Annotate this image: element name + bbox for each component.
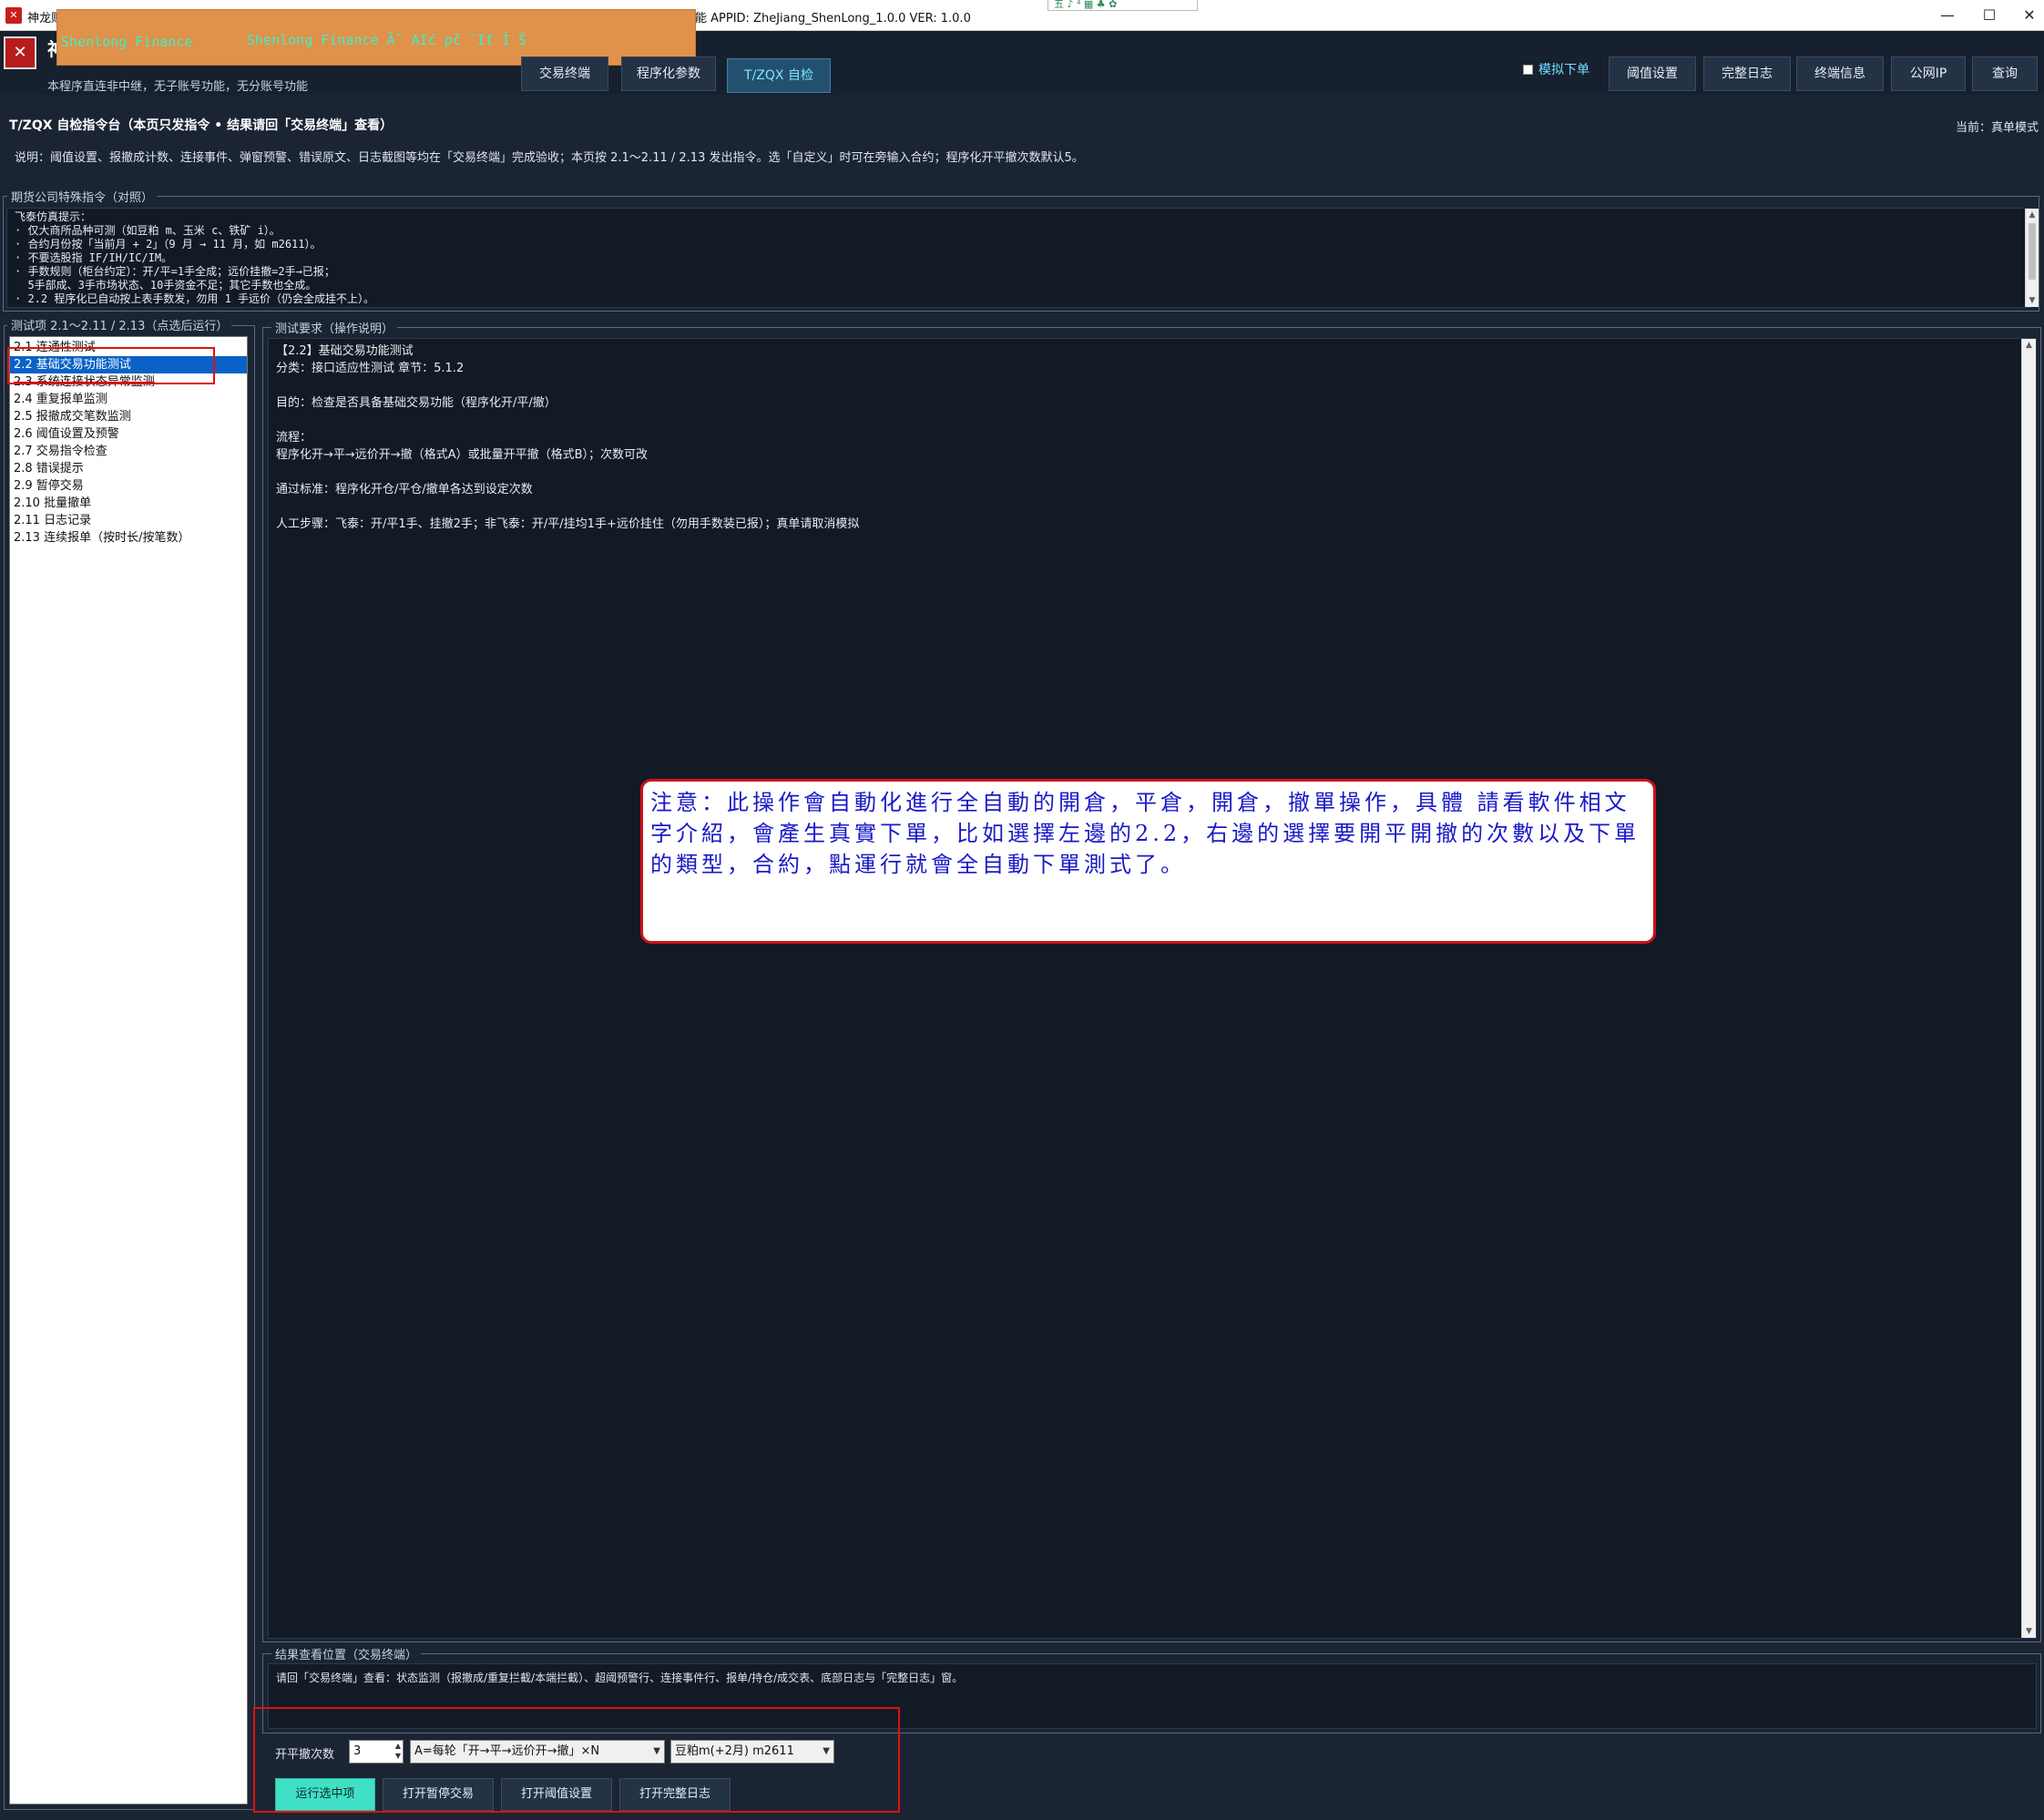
list-item[interactable]: 2.13 连续报单（按时长/按笔数） — [10, 529, 247, 547]
requirement-line: 分类：接口适应性测试 章节：5.1.2 — [276, 362, 465, 375]
notice-line: · 手数规则（柜台约定）：开/平=1手全成；远价挂撤=2手→已报； — [15, 265, 335, 278]
requirements-scrollbar[interactable]: ▲ ▼ — [2021, 339, 2036, 1638]
warning-callout: 注意：此操作會自動化進行全自動的開倉，平倉，開倉，撤單操作，具體 請看軟件相文字… — [640, 779, 1656, 944]
test-items-label: 测试项 2.1～2.11 / 2.13（点选后运行） — [7, 316, 232, 333]
list-item[interactable]: 2.4 重复报单监测 — [10, 391, 247, 408]
command-console-title: T/ZQX 自检指令台（本页只发指令 • 结果请回「交易终端」查看） — [9, 118, 393, 133]
controls-highlight-annotation — [253, 1707, 900, 1813]
header-description: 本程序直连非中继，无子账号功能，无分账号功能 — [47, 80, 309, 94]
notice-line: · 合约月份按「当前月 + 2」（9 月 → 11 月，如 m2611）。 — [15, 238, 322, 251]
minimize-button[interactable]: — — [1925, 0, 1970, 31]
app-icon: ✕ — [5, 7, 22, 24]
scroll-up-icon[interactable]: ▲ — [2026, 209, 2039, 221]
scroll-thumb[interactable] — [2029, 223, 2036, 280]
requirement-line — [276, 498, 2029, 516]
maximize-button[interactable]: ☐ — [1967, 0, 2012, 31]
simulate-order-label: 模拟下单 — [1538, 63, 1589, 77]
list-item[interactable]: 2.11 日志记录 — [10, 512, 247, 529]
special-commands-label: 期货公司特殊指令（对照） — [7, 188, 158, 205]
tab-self-check[interactable]: T/ZQX 自检 — [727, 58, 831, 93]
selection-highlight-annotation — [7, 347, 215, 384]
scroll-up-icon[interactable]: ▲ — [2022, 339, 2036, 352]
requirement-line: 人工步骤：飞泰：开/平1手、挂撤2手；非飞泰：开/平/挂均1手+远价挂住（勿用手… — [276, 517, 860, 531]
scroll-down-icon[interactable]: ▼ — [2026, 294, 2039, 307]
requirement-line — [276, 412, 2029, 429]
requirement-line: 通过标准：程序化开仓/平仓/撤单各达到设定次数 — [276, 483, 533, 496]
notice-line: · 不要选股指 IF/IH/IC/IM。 — [15, 251, 173, 264]
requirement-line: 目的：检查是否具备基础交易功能（程序化开/平/撤） — [276, 396, 557, 410]
ime-toolbar[interactable]: 五 ♪ ⁴ ▦ ♣ ✿ — [1048, 0, 1198, 11]
checkbox-icon[interactable] — [1523, 65, 1533, 75]
notice-line: · 仅大商所品种可测（如豆粕 m、玉米 c、铁矿 i）。 — [15, 224, 281, 237]
test-items-list[interactable]: 2.1 连通性测试 2.2 基础交易功能测试 2.3 系统连接状态异常监测 2.… — [9, 336, 248, 1805]
public-ip-button[interactable]: 公网IP — [1891, 56, 1966, 91]
terminal-info-button[interactable]: 终端信息 — [1796, 56, 1884, 91]
tab-trading-terminal[interactable]: 交易终端 — [521, 56, 608, 91]
tab-program-params[interactable]: 程序化参数 — [621, 56, 716, 91]
list-item[interactable]: 2.8 错误提示 — [10, 460, 247, 477]
logo: ✕ — [4, 36, 36, 69]
requirement-line: 【2.2】基础交易功能测试 — [276, 344, 414, 358]
instructions-text: 说明：阈值设置、报撤成计数、连接事件、弹窗预警、错误原文、日志截图等均在「交易终… — [15, 151, 1084, 165]
scroll-down-icon[interactable]: ▼ — [2022, 1625, 2036, 1638]
notice-line: 5手部成、3手市场状态、10手资金不足；其它手数也全成。 — [15, 279, 317, 291]
current-mode: 当前：真单模式 — [1955, 121, 2039, 135]
list-item[interactable]: 2.6 阈值设置及预警 — [10, 425, 247, 443]
requirement-line — [276, 377, 2029, 394]
notice-line: · 2.2 程序化已自动按上表手数发，勿用 1 手远价（仍会全成挂不上）。 — [15, 292, 375, 305]
close-button[interactable]: ✕ — [2007, 0, 2044, 31]
appid-text: 功能 APPID: ZheJiang_ShenLong_1.0.0 VER: 1… — [683, 12, 971, 26]
result-location-label: 结果查看位置（交易终端） — [271, 1645, 422, 1662]
list-item[interactable]: 2.10 批量撤单 — [10, 495, 247, 512]
threshold-settings-button[interactable]: 阈值设置 — [1609, 56, 1696, 91]
query-button[interactable]: 查询 — [1972, 56, 2038, 91]
list-item[interactable]: 2.5 报撤成交笔数监测 — [10, 408, 247, 425]
full-log-button[interactable]: 完整日志 — [1703, 56, 1791, 91]
notice-scrollbar[interactable]: ▲ ▼ — [2025, 209, 2039, 307]
notice-line: 飞泰仿真提示： — [15, 210, 92, 223]
list-item[interactable]: 2.9 暂停交易 — [10, 477, 247, 495]
overlay-text-2: Shenlong Finance Ã˜ AIć pč ˜Iť Ì Š — [247, 32, 527, 48]
requirements-text: 【2.2】基础交易功能测试 分类：接口适应性测试 章节：5.1.2 目的：检查是… — [268, 338, 2037, 1639]
requirement-line: 流程： — [276, 431, 312, 445]
overlay-text-1: Shenlong Finance — [61, 34, 193, 50]
requirement-line — [276, 464, 2029, 481]
simulate-order-checkbox[interactable]: 模拟下单 — [1523, 60, 1589, 78]
requirement-line: 程序化开→平→远价开→撤（格式A）或批量开平撤（格式B）；次数可改 — [276, 448, 648, 462]
list-item[interactable]: 2.7 交易指令检查 — [10, 443, 247, 460]
special-commands-text: 飞泰仿真提示： · 仅大商所品种可测（如豆粕 m、玉米 c、铁矿 i）。 · 合… — [6, 208, 2031, 308]
requirements-label: 测试要求（操作说明） — [271, 319, 398, 336]
